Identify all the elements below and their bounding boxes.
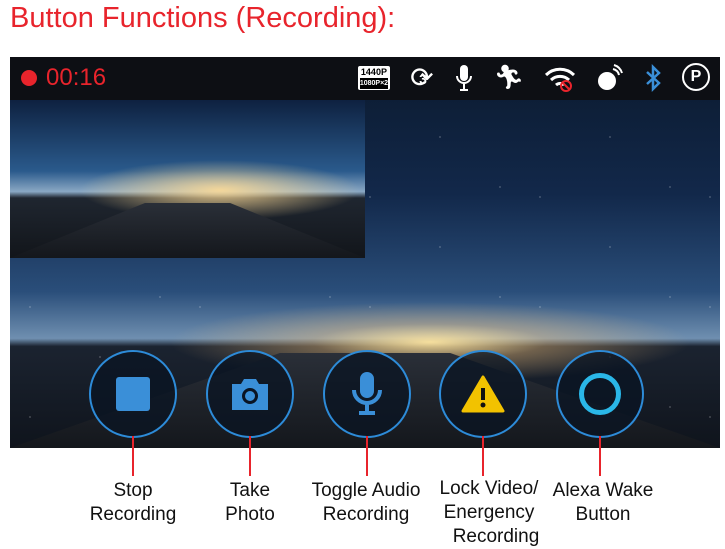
- recording-timer: 00:16: [46, 64, 107, 91]
- callout-line: [366, 436, 368, 476]
- take-photo-button[interactable]: [206, 350, 294, 438]
- bluetooth-icon: [644, 63, 662, 93]
- lock-video-button[interactable]: [439, 350, 527, 438]
- wifi-off-icon: [544, 63, 576, 93]
- status-bar: 00:16 1440P 1080P×2 ⟳ 3 🏃︎ P: [10, 57, 720, 100]
- label-line: Button: [575, 504, 631, 525]
- loop-recording-icon: ⟳ 3: [410, 62, 434, 93]
- resolution-sub: 1080P×2: [359, 78, 389, 89]
- gps-icon: [596, 63, 624, 93]
- callout-line: [249, 436, 251, 476]
- microphone-icon: [352, 372, 382, 415]
- parking-mode-icon: P: [682, 63, 710, 93]
- warning-icon: [461, 375, 505, 413]
- toggle-audio-label: Toggle Audio Recording: [296, 479, 436, 527]
- loop-value: 3: [419, 71, 427, 87]
- rear-camera-inset: [10, 100, 365, 258]
- page-title: Button Functions (Recording):: [10, 2, 396, 34]
- label-line: Alexa Wake: [552, 480, 654, 501]
- callout-line: [132, 436, 134, 476]
- callout-line: [599, 436, 601, 476]
- record-dot-icon: [21, 70, 37, 86]
- label-line: Toggle Audio: [311, 480, 421, 501]
- camera-icon: [232, 379, 268, 410]
- inset-road: [10, 203, 365, 258]
- motion-detection-icon: 🏃︎: [493, 64, 524, 91]
- toggle-audio-button[interactable]: [323, 350, 411, 438]
- stop-icon: [116, 377, 150, 411]
- alexa-ring-icon: [579, 373, 621, 415]
- label-line: Recording: [452, 526, 540, 547]
- dashcam-screen: 00:16 1440P 1080P×2 ⟳ 3 🏃︎ P: [10, 57, 720, 448]
- label-line: Recording: [322, 504, 410, 525]
- alexa-wake-button[interactable]: [556, 350, 644, 438]
- resolution-icon: 1440P 1080P×2: [357, 66, 391, 90]
- callout-line: [482, 436, 484, 476]
- resolution-main: 1440P: [360, 67, 387, 77]
- parking-label: P: [682, 63, 710, 91]
- microphone-icon: [454, 63, 474, 93]
- alexa-wake-label: Alexa Wake Button: [533, 479, 673, 527]
- stop-recording-button[interactable]: [89, 350, 177, 438]
